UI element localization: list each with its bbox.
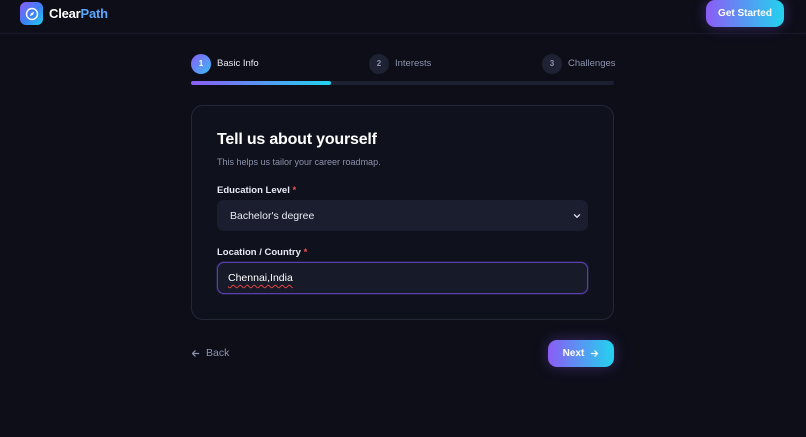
next-button[interactable]: Next — [548, 340, 614, 367]
required-asterisk: * — [303, 247, 308, 258]
arrow-left-icon — [191, 349, 200, 357]
next-label: Next — [562, 348, 585, 359]
step-challenges[interactable]: 3 Challenges — [542, 53, 616, 74]
location-label-text: Location / Country — [217, 247, 301, 258]
education-level-select[interactable]: Bachelor's degree — [217, 200, 588, 231]
form-title: Tell us about yourself — [217, 131, 377, 148]
step-number-badge: 2 — [369, 53, 389, 74]
education-level-value: Bachelor's degree — [230, 209, 315, 222]
step-number-badge: 1 — [191, 53, 211, 74]
compass-icon[interactable] — [20, 2, 43, 25]
top-navbar: ClearPath Get Started — [0, 0, 806, 34]
step-label: Basic Info — [217, 58, 259, 69]
location-country-input[interactable]: Chennai,India — [217, 262, 588, 294]
form-subtitle: This helps us tailor your career roadmap… — [217, 157, 381, 167]
location-country-value: Chennai,India — [228, 272, 293, 284]
brand-logo-text[interactable]: ClearPath — [49, 6, 108, 21]
progress-bar — [191, 81, 614, 85]
step-label: Interests — [395, 58, 432, 69]
education-label-text: Education Level — [217, 185, 290, 196]
back-label: Back — [206, 347, 230, 359]
step-basic-info[interactable]: 1 Basic Info — [191, 53, 259, 74]
compass-icon-glyph — [25, 7, 38, 20]
get-started-button[interactable]: Get Started — [706, 0, 784, 27]
step-number-badge: 3 — [542, 53, 562, 74]
required-asterisk: * — [292, 185, 297, 196]
location-country-label: Location / Country * — [217, 247, 307, 258]
step-interests[interactable]: 2 Interests — [369, 53, 431, 74]
brand-name-accent: Path — [80, 6, 109, 21]
progress-bar-fill — [191, 81, 331, 85]
chevron-down-icon — [573, 214, 581, 218]
arrow-right-icon — [591, 350, 599, 357]
education-level-label: Education Level * — [217, 185, 296, 196]
back-button[interactable]: Back — [191, 345, 229, 361]
step-label: Challenges — [568, 58, 616, 69]
brand-name-main: Clear — [49, 6, 81, 21]
